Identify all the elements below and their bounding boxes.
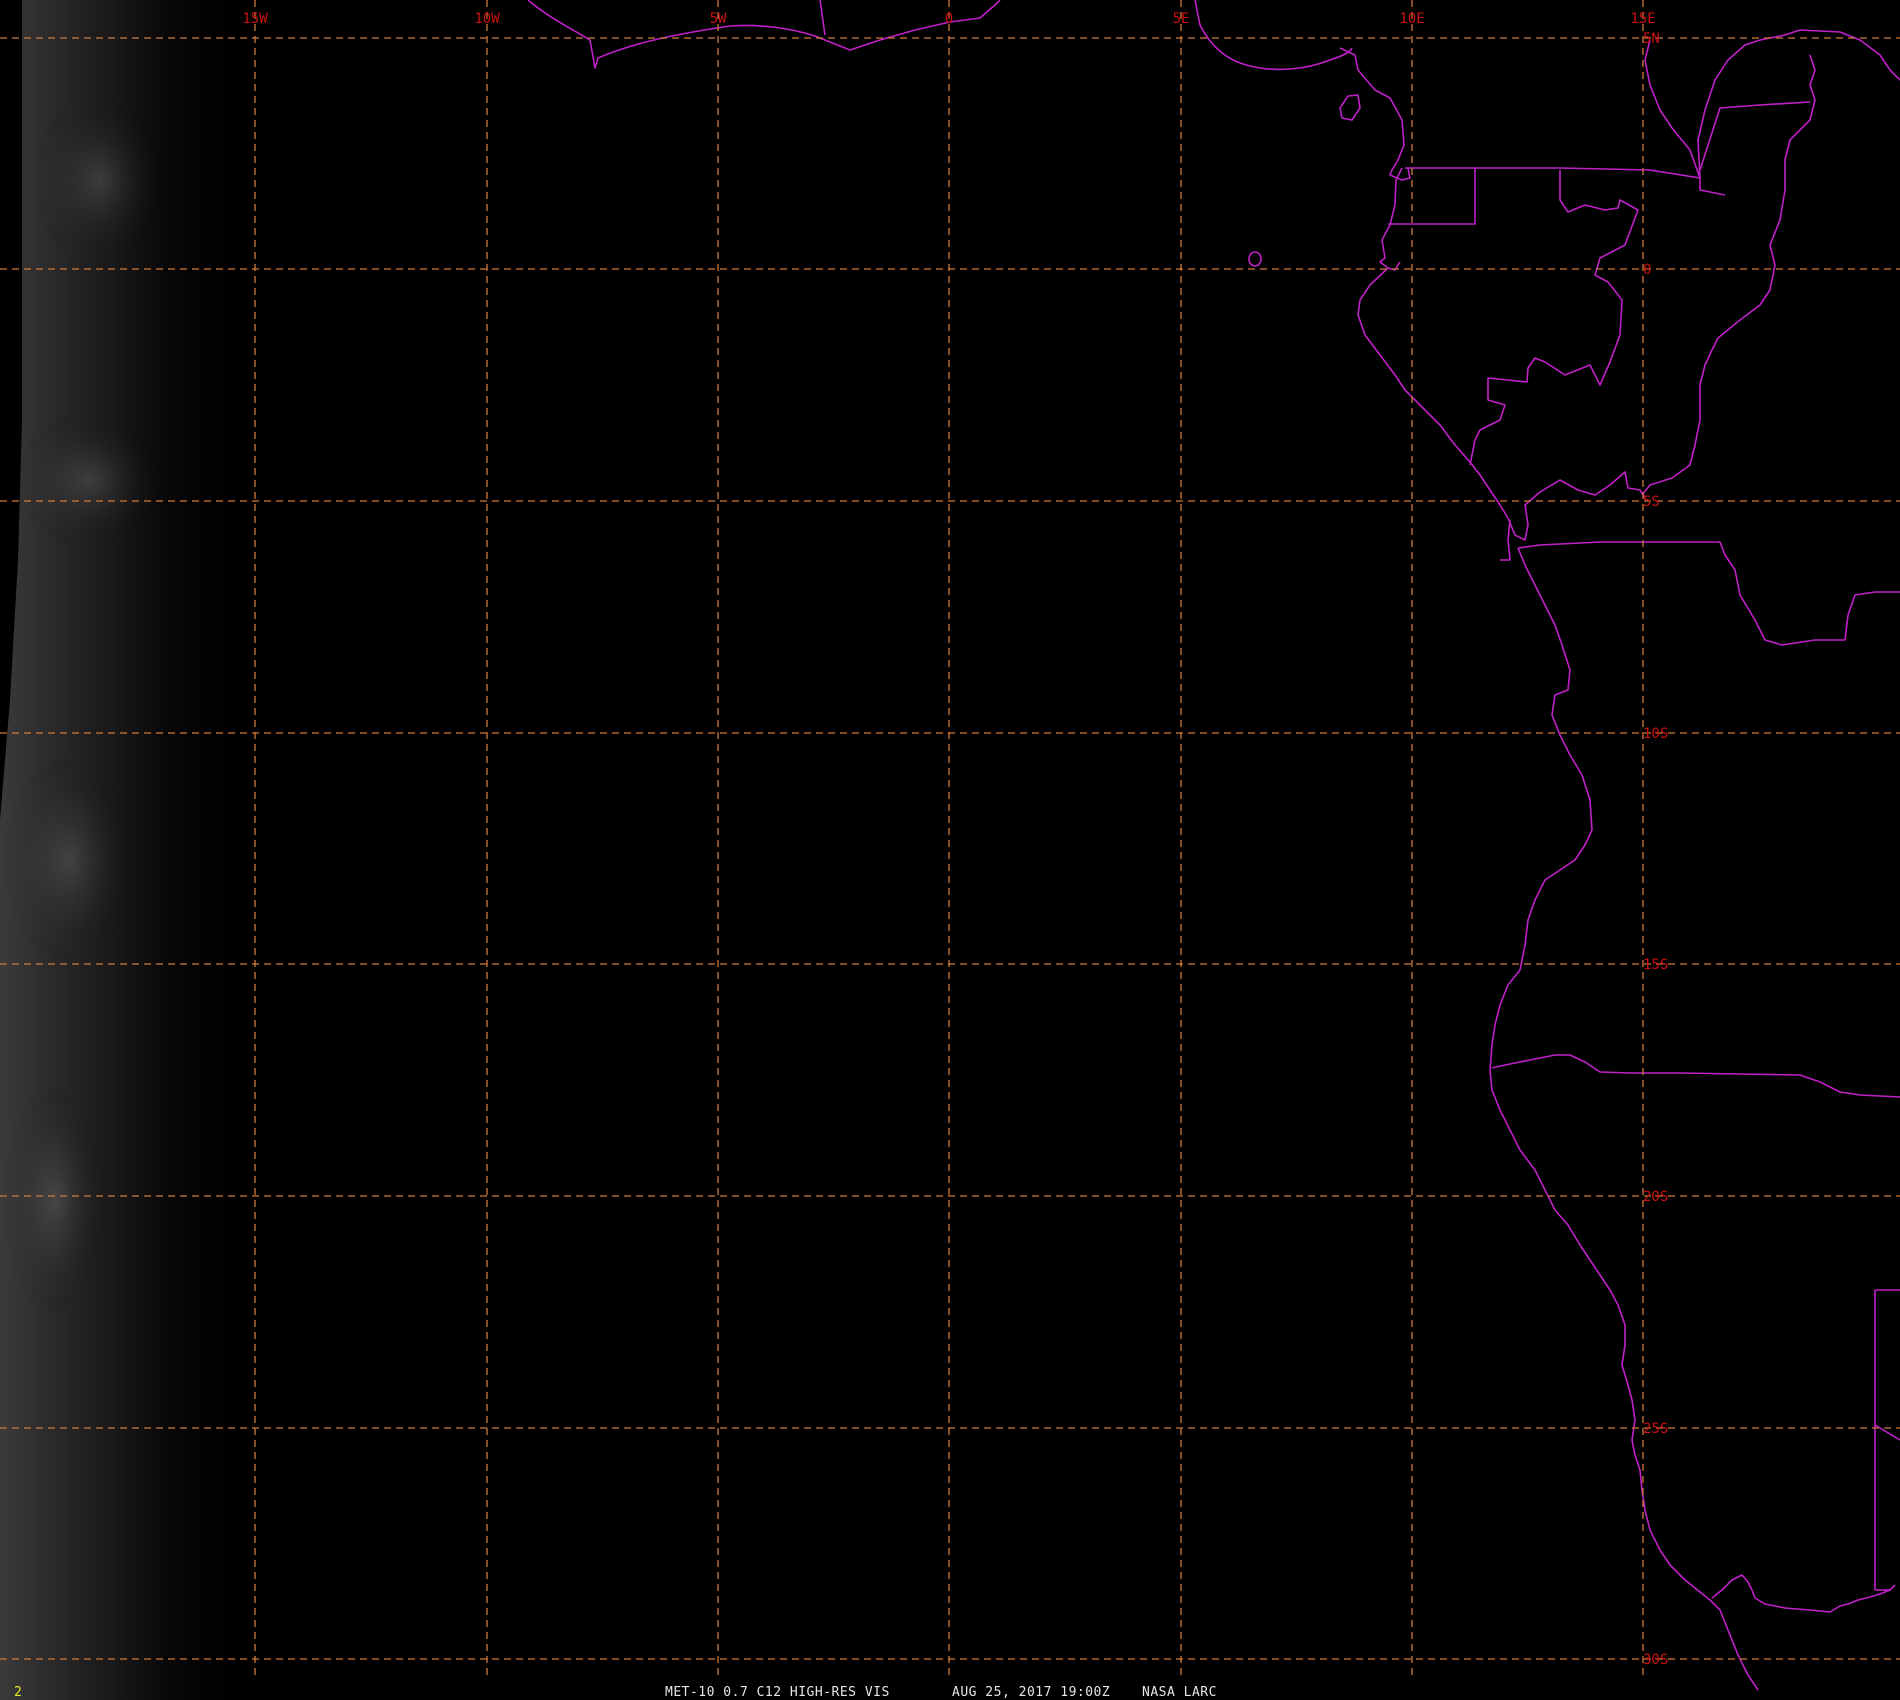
lon-label-3: 0 [945, 11, 953, 27]
satellite-map: 15W 10W 5W 0 5E 10E 15E5N05S10S15S20S25S30S 2 … [0, 0, 1900, 1700]
satellite-image-viewer: 15W 10W 5W 0 5E 10E 15E 5N 0 5S 10S 15S 20S 25S 30S 2 … [0, 0, 1900, 1700]
lon-label-0: 15W [242, 11, 268, 27]
cloud-band [0, 0, 250, 1700]
lon-label-2: 5W [710, 11, 727, 27]
lon-label-1: 10W [474, 11, 500, 27]
lat-label-1: 0 [1643, 262, 1651, 278]
lat-label-5: 20S [1643, 1189, 1668, 1205]
lat-label-2: 5S [1643, 494, 1660, 510]
image-caption-satellite: MET-10 0.7 C12 HIGH-RES VIS [665, 1685, 890, 1700]
frame-number: 2 [14, 1685, 22, 1700]
lon-label-6: 15E [1630, 11, 1655, 27]
image-background [0, 0, 1900, 1700]
image-caption-datetime: AUG 25, 2017 19:00Z [952, 1685, 1110, 1700]
lat-label-0: 5N [1643, 31, 1660, 47]
image-caption-source: NASA LARC [1142, 1685, 1217, 1700]
lat-label-7: 30S [1643, 1652, 1668, 1668]
lon-label-5: 10E [1399, 11, 1424, 27]
lat-label-6: 25S [1643, 1421, 1668, 1437]
lat-label-3: 10S [1643, 726, 1668, 742]
lat-label-4: 15S [1643, 957, 1668, 973]
lon-label-4: 5E [1173, 11, 1190, 27]
